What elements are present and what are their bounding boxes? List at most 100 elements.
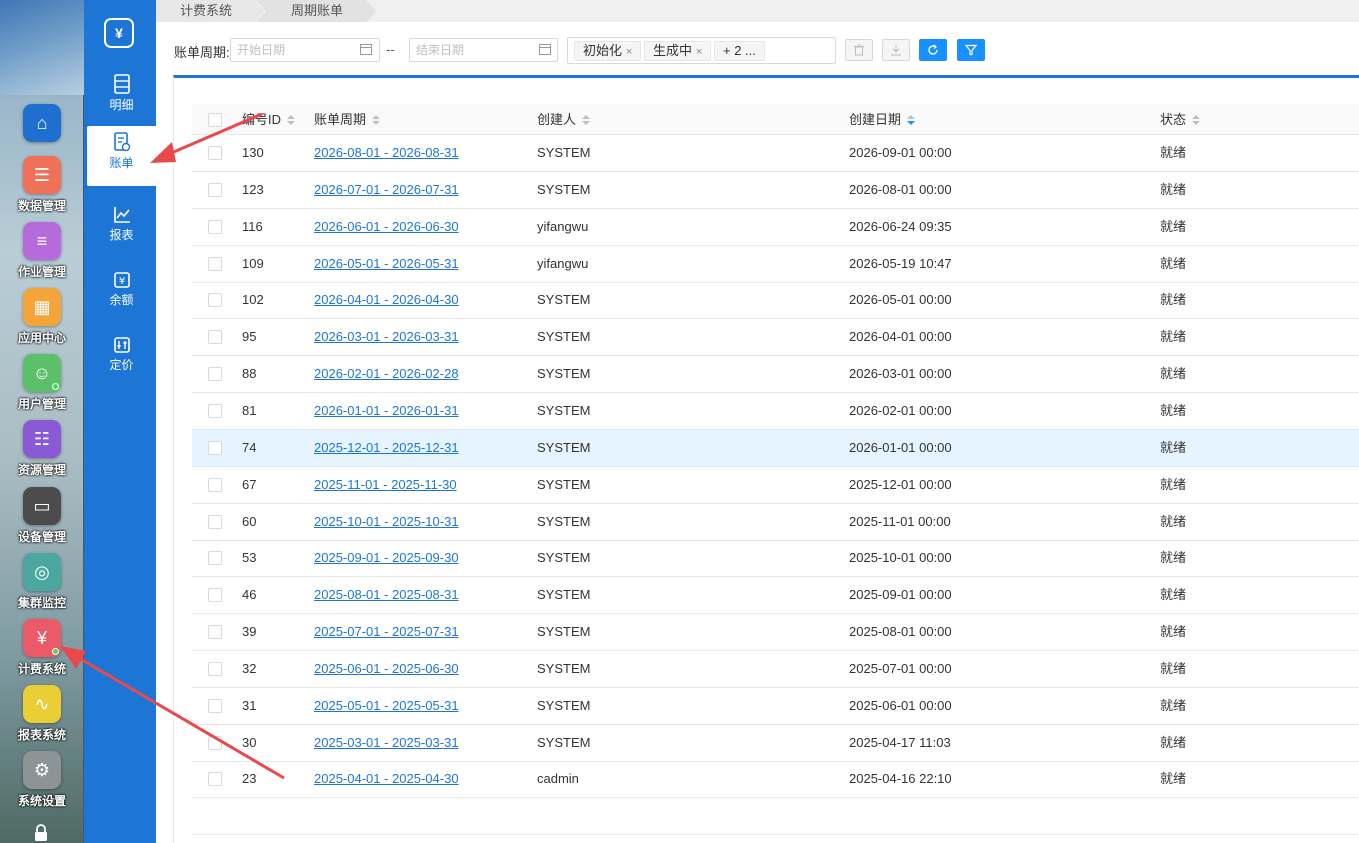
row-checkbox[interactable] <box>208 735 222 750</box>
cell-period[interactable]: 2025-06-01 - 2025-06-30 <box>314 651 459 687</box>
delete-button[interactable] <box>845 39 873 61</box>
cell-period[interactable]: 2025-03-01 - 2025-03-31 <box>314 725 459 761</box>
table-row[interactable]: 60 2025-10-01 - 2025-10-31 SYSTEM 2025-11-0… <box>192 504 1359 541</box>
select-all-checkbox[interactable] <box>208 113 222 127</box>
subnav-item-balance[interactable]: ¥ 余额 <box>87 265 156 325</box>
lock-icon[interactable] <box>34 824 48 842</box>
row-checkbox[interactable] <box>208 293 222 308</box>
cell-period[interactable]: 2026-07-01 - 2026-07-31 <box>314 172 459 208</box>
cell-period[interactable]: 2026-04-01 - 2026-04-30 <box>314 282 459 318</box>
system-settings-icon: ⚙ <box>23 751 61 789</box>
cell-period[interactable]: 2026-02-01 - 2026-02-28 <box>314 356 459 392</box>
row-checkbox[interactable] <box>208 625 222 640</box>
row-checkbox[interactable] <box>208 367 222 382</box>
subnav-item-pricing[interactable]: 定价 <box>87 330 156 390</box>
table-row[interactable]: 109 2026-05-01 - 2026-05-31 yifangwu 2026-0… <box>192 246 1359 283</box>
cell-period[interactable]: 2026-01-01 - 2026-01-31 <box>314 393 459 429</box>
table-row[interactable]: 46 2025-08-01 - 2025-08-31 SYSTEM 2025-09-0… <box>192 577 1359 615</box>
column-header-period[interactable]: 账单周期 <box>314 104 381 135</box>
table-row[interactable]: 95 2026-03-01 - 2026-03-31 SYSTEM 2026-04-0… <box>192 319 1359 357</box>
dock-item-resource-manage[interactable]: ☷ 资源管理 <box>0 420 84 486</box>
table-row[interactable]: 88 2026-02-01 - 2026-02-28 SYSTEM 2026-03-0… <box>192 356 1359 394</box>
sort-desc-icon[interactable] <box>907 114 916 127</box>
row-checkbox[interactable] <box>208 440 222 455</box>
status-tag-more[interactable]: + 2 ... <box>714 41 765 61</box>
start-date-input[interactable]: 开始日期 <box>230 38 380 62</box>
row-checkbox[interactable] <box>208 551 222 566</box>
row-checkbox[interactable] <box>208 514 222 529</box>
table-row[interactable]: 23 2025-04-01 - 2025-04-30 cadmin 2025-04-1… <box>192 761 1359 799</box>
cell-period[interactable]: 2025-09-01 - 2025-09-30 <box>314 540 459 576</box>
cell-period[interactable]: 2026-05-01 - 2026-05-31 <box>314 246 459 282</box>
subnav-item-detail[interactable]: 明细 <box>87 68 156 128</box>
column-header-id[interactable]: 编号ID <box>242 104 296 135</box>
table-row[interactable]: 123 2026-07-01 - 2026-07-31 SYSTEM 2026-08-… <box>192 172 1359 209</box>
filter-button[interactable] <box>957 39 985 61</box>
subnav-item-report[interactable]: 报表 <box>87 200 156 260</box>
breadcrumb-item-period-bill[interactable]: 周期账单 <box>291 0 343 22</box>
table-row[interactable]: 39 2025-07-01 - 2025-07-31 SYSTEM 2025-08-0… <box>192 614 1359 652</box>
breadcrumb-item-billing[interactable]: 计费系统 <box>180 0 232 22</box>
row-checkbox[interactable] <box>208 661 222 676</box>
row-checkbox[interactable] <box>208 588 222 603</box>
sort-icon[interactable] <box>1192 114 1201 127</box>
table-row[interactable]: 116 2026-06-01 - 2026-06-30 yifangwu 2026-0… <box>192 209 1359 246</box>
table-row[interactable]: 31 2025-05-01 - 2025-05-31 SYSTEM 2025-06-0… <box>192 688 1359 725</box>
cell-period[interactable]: 2026-06-01 - 2026-06-30 <box>314 209 459 245</box>
row-checkbox[interactable] <box>208 330 222 345</box>
cell-period[interactable]: 2025-08-01 - 2025-08-31 <box>314 577 459 613</box>
row-checkbox[interactable] <box>208 698 222 713</box>
cell-period[interactable]: 2025-10-01 - 2025-10-31 <box>314 504 459 540</box>
row-checkbox[interactable] <box>208 256 222 271</box>
cell-period[interactable]: 2026-08-01 - 2026-08-31 <box>314 135 459 171</box>
cell-id: 67 <box>242 476 257 492</box>
dock-item-report-system[interactable]: ∿ 报表系统 <box>0 685 84 751</box>
dock-label: 计费系统 <box>17 662 66 676</box>
status-multi-select[interactable]: 初始化 × 生成中 × + 2 ... <box>567 37 836 64</box>
table-row[interactable]: 30 2025-03-01 - 2025-03-31 SYSTEM 2025-04-1… <box>192 725 1359 762</box>
cell-period[interactable]: 2025-12-01 - 2025-12-31 <box>314 430 459 466</box>
dock-item-device-manage[interactable]: ▭ 设备管理 <box>0 487 84 553</box>
cell-period[interactable]: 2025-11-01 - 2025-11-30 <box>314 467 457 503</box>
status-tag-generating[interactable]: 生成中 × <box>644 41 712 61</box>
row-checkbox[interactable] <box>208 772 222 787</box>
dock-item-cluster-monitor[interactable]: ◎ 集群监控 <box>0 553 84 619</box>
cell-id: 46 <box>242 587 257 603</box>
sort-icon[interactable] <box>582 114 591 127</box>
close-icon[interactable]: × <box>626 46 632 58</box>
column-header-created[interactable]: 创建日期 <box>849 104 916 135</box>
table-row[interactable]: 32 2025-06-01 - 2025-06-30 SYSTEM 2025-07-0… <box>192 651 1359 688</box>
cell-creator: SYSTEM <box>537 550 591 566</box>
refresh-button[interactable] <box>919 39 947 61</box>
table-row[interactable]: 53 2025-09-01 - 2025-09-30 SYSTEM 2025-10-0… <box>192 540 1359 578</box>
table-row[interactable]: 67 2025-11-01 - 2025-11-30 SYSTEM 2025-12-0… <box>192 467 1359 504</box>
subnav-item-bill[interactable]: 账单 <box>87 126 156 186</box>
dock-item-job-manage[interactable]: ≡ 作业管理 <box>0 222 84 288</box>
dock-item-billing-system[interactable]: ¥ 计费系统 <box>0 619 84 685</box>
row-checkbox[interactable] <box>208 146 222 160</box>
cell-period[interactable]: 2025-05-01 - 2025-05-31 <box>314 688 459 724</box>
column-header-creator[interactable]: 创建人 <box>537 104 591 135</box>
dock-item-user-manage[interactable]: ☺ 用户管理 <box>0 354 84 420</box>
download-button[interactable] <box>882 39 910 61</box>
row-checkbox[interactable] <box>208 182 222 197</box>
status-tag-initializing[interactable]: 初始化 × <box>574 41 642 61</box>
row-checkbox[interactable] <box>208 477 222 492</box>
row-checkbox[interactable] <box>208 219 222 234</box>
table-row[interactable]: 130 2026-08-01 - 2026-08-31 SYSTEM 2026-09-… <box>192 135 1359 172</box>
dock-item-app-center[interactable]: ▦ 应用中心 <box>0 288 84 354</box>
row-checkbox[interactable] <box>208 403 222 418</box>
close-icon[interactable]: × <box>696 46 702 58</box>
cell-period[interactable]: 2025-04-01 - 2025-04-30 <box>314 761 459 797</box>
sort-icon[interactable] <box>287 114 296 127</box>
table-row[interactable]: 81 2026-01-01 - 2026-01-31 SYSTEM 2026-02-0… <box>192 393 1359 430</box>
cell-period[interactable]: 2026-03-01 - 2026-03-31 <box>314 319 459 355</box>
column-header-status[interactable]: 状态 <box>1160 104 1201 135</box>
cell-period[interactable]: 2025-07-01 - 2025-07-31 <box>314 614 459 650</box>
table-row[interactable]: 74 2025-12-01 - 2025-12-31 SYSTEM 2026-01-0… <box>192 429 1359 467</box>
table-row[interactable]: 102 2026-04-01 - 2026-04-30 SYSTEM 2026-05-… <box>192 282 1359 320</box>
sort-icon[interactable] <box>372 114 381 127</box>
end-date-input[interactable]: 结束日期 <box>409 38 558 62</box>
dock-item-data-manage[interactable]: ☰ 数据管理 <box>0 156 84 222</box>
dock-item-system-settings[interactable]: ⚙ 系统设置 <box>0 751 84 817</box>
